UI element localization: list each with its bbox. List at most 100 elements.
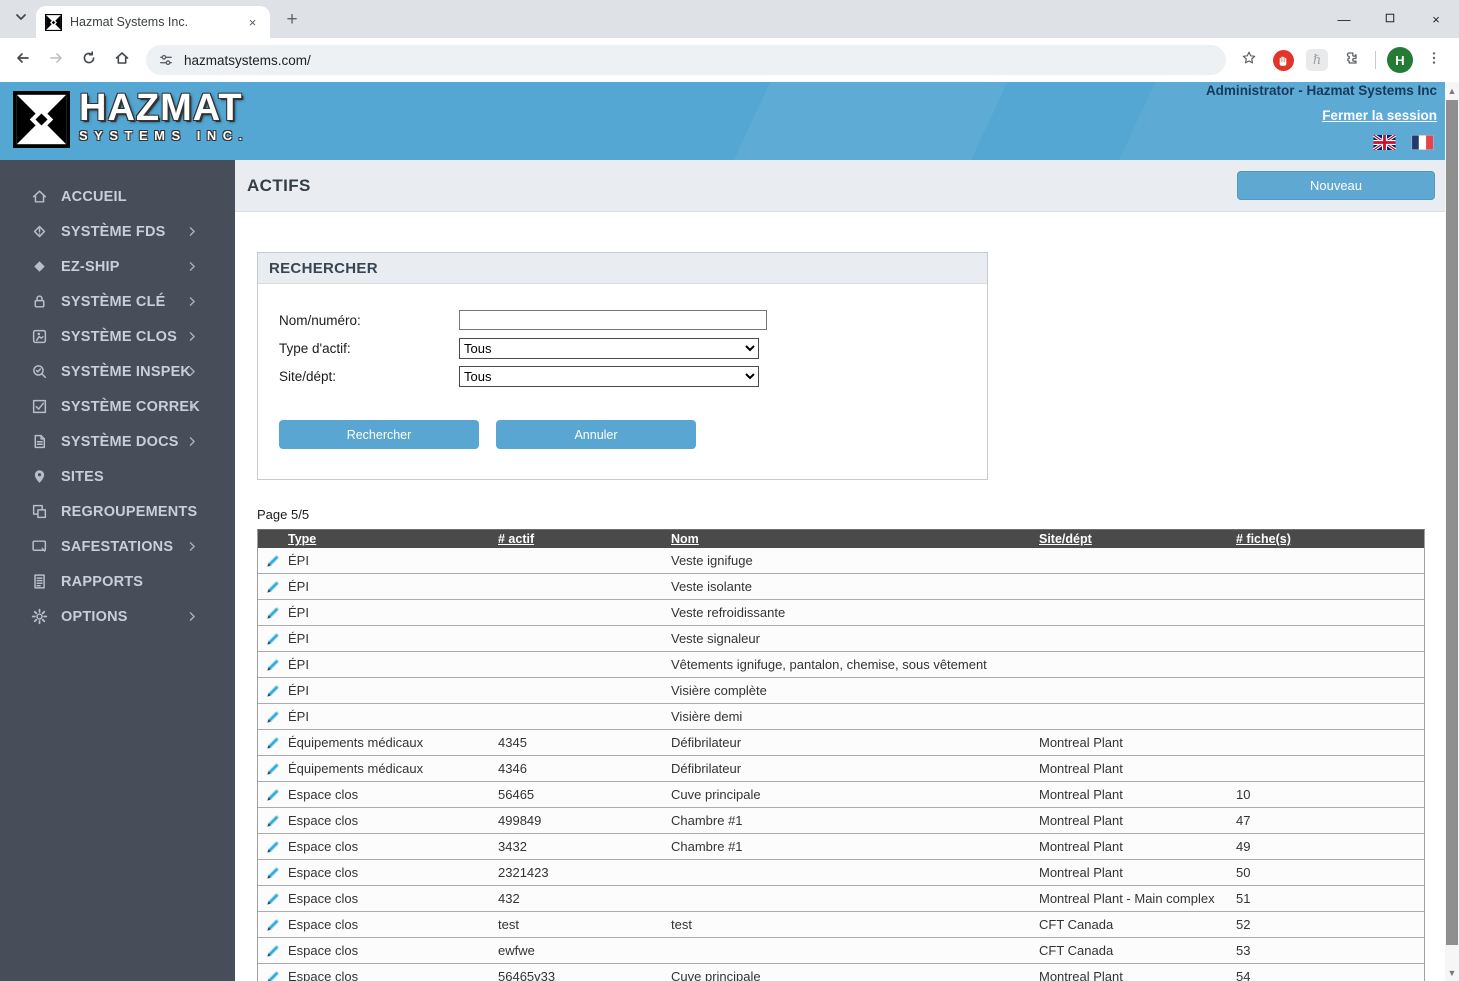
window-close-button[interactable]: ×: [1413, 0, 1459, 38]
table-row[interactable]: ÉPI Veste signaleur: [258, 626, 1424, 652]
sidebar-item[interactable]: RAPPORTS: [0, 564, 235, 599]
table-row[interactable]: Espace clos 499849 Chambre #1 Montreal P…: [258, 808, 1424, 834]
page-title: ACTIFS: [247, 176, 311, 196]
site-dept-select[interactable]: Tous: [459, 366, 759, 387]
url-text[interactable]: hazmatsystems.com/: [184, 53, 311, 68]
hazmat-logo[interactable]: HAZMAT SYSTEMS INC.: [13, 91, 249, 148]
profile-avatar[interactable]: H: [1387, 47, 1413, 73]
search-button[interactable]: Rechercher: [279, 420, 479, 449]
edit-pencil-icon[interactable]: [258, 865, 288, 881]
browser-menu-button[interactable]: [1420, 46, 1448, 74]
window-minimize-button[interactable]: —: [1321, 0, 1367, 38]
sidebar-item[interactable]: SYSTÈME DOCS: [0, 424, 235, 459]
table-row[interactable]: Équipements médicaux 4345 Défibrilateur …: [258, 730, 1424, 756]
new-tab-button[interactable]: +: [280, 8, 304, 32]
sidebar-item[interactable]: OPTIONS: [0, 599, 235, 634]
edit-pencil-icon[interactable]: [258, 943, 288, 959]
edit-pencil-icon[interactable]: [258, 969, 288, 981]
edit-pencil-icon[interactable]: [258, 917, 288, 933]
tab-close-icon[interactable]: ×: [244, 14, 261, 31]
sidebar-item[interactable]: EZ-SHIP: [0, 249, 235, 284]
sidebar-item[interactable]: SYSTÈME INSPEK: [0, 354, 235, 389]
table-row[interactable]: ÉPI Veste isolante: [258, 574, 1424, 600]
sidebar-item[interactable]: REGROUPEMENTS: [0, 494, 235, 529]
logout-link[interactable]: Fermer la session: [1322, 108, 1437, 123]
edit-pencil-icon[interactable]: [258, 553, 288, 569]
edit-pencil-icon[interactable]: [258, 579, 288, 595]
edit-pencil-icon[interactable]: [258, 709, 288, 725]
table-row[interactable]: Espace clos test test CFT Canada 52: [258, 912, 1424, 938]
back-button[interactable]: [8, 45, 38, 75]
table-row[interactable]: Espace clos 2321423 Montreal Plant 50: [258, 860, 1424, 886]
scroll-down-arrow-icon[interactable]: ▼: [1445, 965, 1459, 980]
edit-pencil-icon[interactable]: [258, 683, 288, 699]
extensions-button[interactable]: [1337, 46, 1365, 74]
cell-actif: ewfwe: [498, 943, 671, 958]
sidebar-item[interactable]: SITES: [0, 459, 235, 494]
chevron-right-icon: [186, 540, 199, 553]
sidebar-item[interactable]: ACCUEIL: [0, 179, 235, 214]
edit-pencil-icon[interactable]: [258, 735, 288, 751]
cell-actif: test: [498, 917, 671, 932]
page-scrollbar[interactable]: ▲ ▼: [1445, 82, 1459, 981]
cell-nom: Visière complète: [671, 683, 1039, 698]
uk-flag-icon[interactable]: [1373, 135, 1396, 150]
edit-pencil-icon[interactable]: [258, 761, 288, 777]
edit-pencil-icon[interactable]: [258, 839, 288, 855]
col-header-actif[interactable]: # actif: [498, 532, 671, 546]
table-row[interactable]: ÉPI Veste refroidissante: [258, 600, 1424, 626]
window-maximize-button[interactable]: [1367, 0, 1413, 38]
bookmark-star-button[interactable]: [1235, 46, 1263, 74]
assets-table: Type # actif Nom Site/dépt # fiche(s) ÉP…: [257, 529, 1425, 981]
table-row[interactable]: Espace clos 3432 Chambre #1 Montreal Pla…: [258, 834, 1424, 860]
table-row[interactable]: Espace clos 56465v33 Cuve principale Mon…: [258, 964, 1424, 981]
browser-tab[interactable]: Hazmat Systems Inc. ×: [36, 6, 270, 38]
sidebar-item[interactable]: SYSTÈME FDS: [0, 214, 235, 249]
col-header-site[interactable]: Site/dépt: [1039, 532, 1236, 546]
sidebar-item[interactable]: SYSTÈME CLÉ: [0, 284, 235, 319]
sidebar-item[interactable]: SYSTÈME CORREK: [0, 389, 235, 424]
scrollbar-thumb[interactable]: [1446, 100, 1458, 945]
cell-actif: 56465: [498, 787, 671, 802]
col-header-fiches[interactable]: # fiche(s): [1236, 532, 1426, 546]
minimize-icon: —: [1338, 12, 1351, 27]
adblock-extension-button[interactable]: [1269, 46, 1297, 74]
table-row[interactable]: Espace clos ewfwe CFT Canada 53: [258, 938, 1424, 964]
edit-pencil-icon[interactable]: [258, 813, 288, 829]
hbar-extension-button[interactable]: ℏ: [1303, 46, 1331, 74]
cancel-button[interactable]: Annuler: [496, 420, 696, 449]
table-row[interactable]: Équipements médicaux 4346 Défibrilateur …: [258, 756, 1424, 782]
table-row[interactable]: Espace clos 56465 Cuve principale Montre…: [258, 782, 1424, 808]
table-row[interactable]: ÉPI Visière complète: [258, 678, 1424, 704]
edit-pencil-icon[interactable]: [258, 787, 288, 803]
scroll-up-arrow-icon[interactable]: ▲: [1445, 83, 1459, 98]
sidebar-item[interactable]: SYSTÈME CLOS: [0, 319, 235, 354]
table-row[interactable]: ÉPI Veste ignifuge: [258, 548, 1424, 574]
table-row[interactable]: ÉPI Visière demi: [258, 704, 1424, 730]
site-settings-icon[interactable]: [158, 52, 175, 69]
edit-pencil-icon[interactable]: [258, 657, 288, 673]
chevron-right-icon: [186, 400, 199, 413]
star-icon: [1241, 50, 1257, 71]
cell-actif: 499849: [498, 813, 671, 828]
table-row[interactable]: ÉPI Vêtements ignifuge, pantalon, chemis…: [258, 652, 1424, 678]
forward-button[interactable]: [41, 45, 71, 75]
name-number-input[interactable]: [459, 310, 767, 330]
tab-search-button[interactable]: [8, 7, 34, 31]
edit-pencil-icon[interactable]: [258, 605, 288, 621]
logo-text-line2: SYSTEMS INC.: [79, 128, 249, 143]
col-header-type[interactable]: Type: [288, 532, 498, 546]
home-button[interactable]: [107, 45, 137, 75]
cell-site: CFT Canada: [1039, 943, 1236, 958]
reload-button[interactable]: [74, 45, 104, 75]
france-flag-icon[interactable]: [1411, 135, 1434, 150]
asset-type-select[interactable]: Tous: [459, 338, 759, 359]
col-header-nom[interactable]: Nom: [671, 532, 1039, 546]
new-button[interactable]: Nouveau: [1237, 171, 1435, 200]
sidebar-item[interactable]: SAFESTATIONS: [0, 529, 235, 564]
edit-pencil-icon[interactable]: [258, 631, 288, 647]
address-bar[interactable]: hazmatsystems.com/: [146, 45, 1226, 75]
table-row[interactable]: Espace clos 432 Montreal Plant - Main co…: [258, 886, 1424, 912]
search-panel: RECHERCHER Nom/numéro: Type d'actif: Tou…: [257, 252, 988, 480]
edit-pencil-icon[interactable]: [258, 891, 288, 907]
